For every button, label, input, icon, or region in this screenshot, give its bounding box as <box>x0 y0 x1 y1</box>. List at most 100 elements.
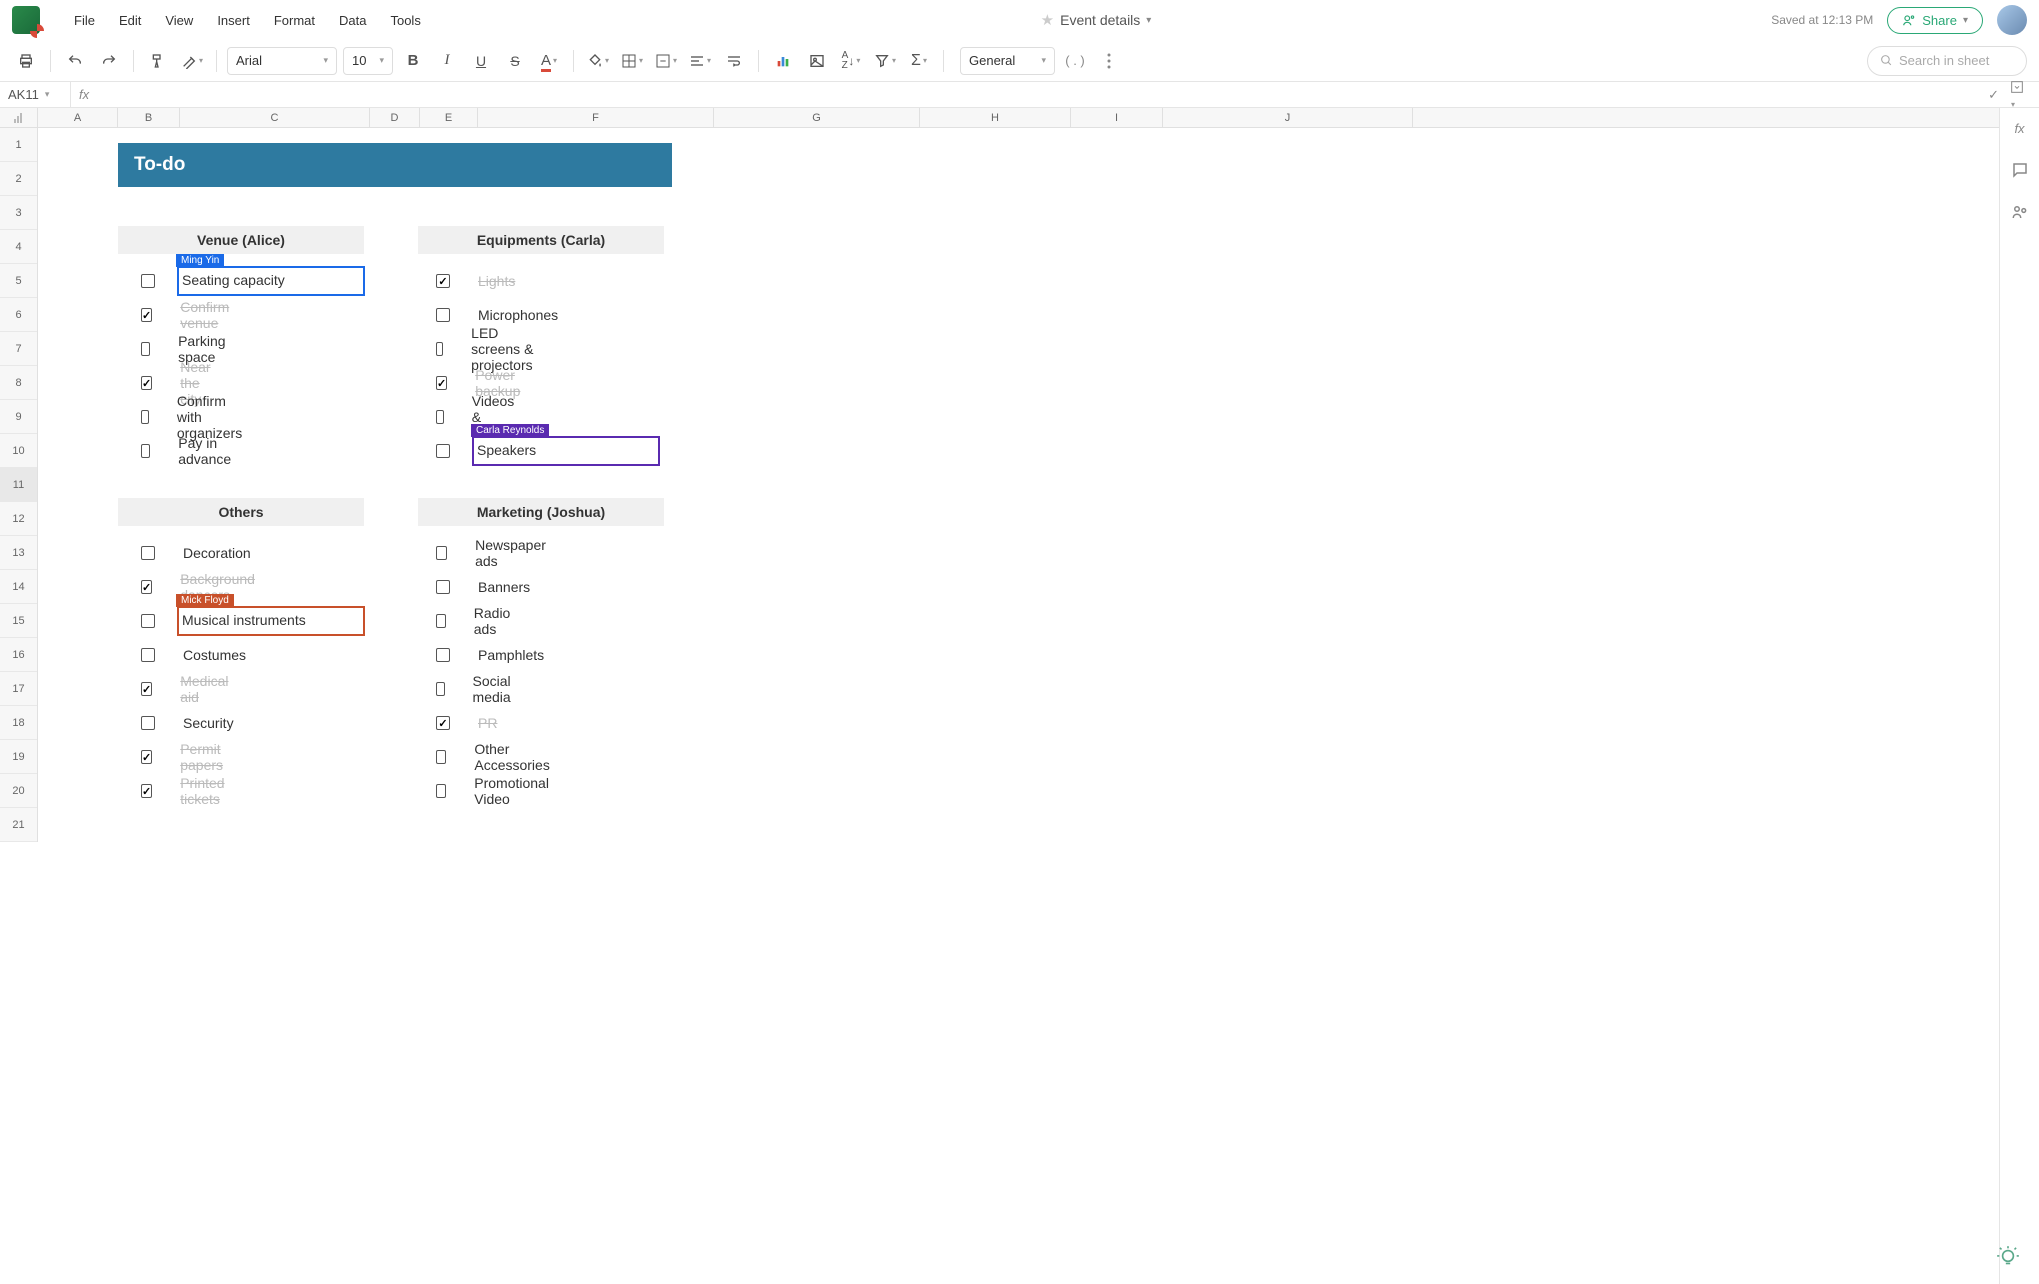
task-checkbox[interactable] <box>141 274 155 288</box>
task-checkbox[interactable] <box>141 308 152 322</box>
search-input[interactable]: Search in sheet <box>1867 46 2027 76</box>
row-header[interactable]: 3 <box>0 196 37 230</box>
task-checkbox[interactable] <box>141 682 152 696</box>
col-header[interactable]: E <box>420 108 478 127</box>
row-header[interactable]: 10 <box>0 434 37 468</box>
chevron-down-icon[interactable]: ▾ <box>1146 15 1151 26</box>
task-checkbox[interactable] <box>141 614 155 628</box>
col-header[interactable]: A <box>38 108 118 127</box>
strikethrough-button[interactable]: S <box>501 47 529 75</box>
task-checkbox[interactable] <box>141 580 152 594</box>
number-format-dropdown[interactable]: General▾ <box>960 47 1055 75</box>
row-header[interactable]: 11 <box>0 468 37 502</box>
task-text[interactable]: Security <box>183 715 234 731</box>
row-header[interactable]: 8 <box>0 366 37 400</box>
menu-view[interactable]: View <box>165 13 193 28</box>
font-size-dropdown[interactable]: 10▾ <box>343 47 393 75</box>
task-text[interactable]: PR <box>478 715 497 731</box>
row-header[interactable]: 21 <box>0 808 37 842</box>
task-checkbox[interactable] <box>436 648 450 662</box>
task-text[interactable]: Permit papers <box>180 741 226 773</box>
sort-icon[interactable]: AZ↓▾ <box>837 47 865 75</box>
row-header[interactable]: 4 <box>0 230 37 264</box>
col-header[interactable]: G <box>714 108 920 127</box>
cell-reference[interactable]: AK11▾ <box>0 87 70 102</box>
fx-label[interactable]: fx <box>70 82 97 107</box>
task-text[interactable]: Newspaper ads <box>475 537 549 569</box>
menu-insert[interactable]: Insert <box>217 13 250 28</box>
task-text[interactable]: Confirm venue <box>180 299 232 331</box>
more-icon[interactable] <box>1095 47 1123 75</box>
task-checkbox[interactable] <box>141 784 152 798</box>
format-painter-icon[interactable] <box>144 47 172 75</box>
undo-icon[interactable] <box>61 47 89 75</box>
row-header[interactable]: 18 <box>0 706 37 740</box>
task-text[interactable]: Seating capacity <box>182 272 285 288</box>
task-checkbox[interactable] <box>141 648 155 662</box>
task-text[interactable]: Banners <box>478 579 530 595</box>
task-checkbox[interactable] <box>436 410 444 424</box>
task-checkbox[interactable] <box>436 274 450 288</box>
col-header[interactable]: C <box>180 108 370 127</box>
task-text[interactable]: Printed tickets <box>180 775 227 807</box>
formula-icon[interactable]: Σ▾ <box>905 47 933 75</box>
menu-file[interactable]: File <box>74 13 95 28</box>
share-button[interactable]: Share ▾ <box>1887 7 1983 34</box>
task-text[interactable]: Musical instruments <box>182 612 306 628</box>
row-header[interactable]: 7 <box>0 332 37 366</box>
task-checkbox[interactable] <box>141 376 152 390</box>
row-header[interactable]: 16 <box>0 638 37 672</box>
task-checkbox[interactable] <box>436 784 446 798</box>
task-text[interactable]: Costumes <box>183 647 246 663</box>
task-checkbox[interactable] <box>436 342 443 356</box>
text-color-button[interactable]: A▾ <box>535 47 563 75</box>
task-checkbox[interactable] <box>436 750 446 764</box>
document-title[interactable]: Event details <box>1060 12 1140 28</box>
task-checkbox[interactable] <box>141 716 155 730</box>
select-all-corner[interactable] <box>0 108 38 127</box>
row-header[interactable]: 9 <box>0 400 37 434</box>
fill-color-button[interactable]: ▾ <box>584 47 612 75</box>
task-checkbox[interactable] <box>436 716 450 730</box>
task-checkbox[interactable] <box>141 410 149 424</box>
bold-button[interactable]: B <box>399 47 427 75</box>
task-checkbox[interactable] <box>436 580 450 594</box>
task-checkbox[interactable] <box>141 750 152 764</box>
check-icon[interactable]: ✓ <box>1988 87 1999 103</box>
col-header[interactable]: H <box>920 108 1071 127</box>
row-header[interactable]: 12 <box>0 502 37 536</box>
task-checkbox[interactable] <box>141 546 155 560</box>
row-header[interactable]: 13 <box>0 536 37 570</box>
menu-data[interactable]: Data <box>339 13 366 28</box>
merge-cells-button[interactable]: ▾ <box>652 47 680 75</box>
parentheses-icon[interactable]: ( . ) <box>1061 47 1089 75</box>
redo-icon[interactable] <box>95 47 123 75</box>
task-text[interactable]: Pay in advance <box>178 435 236 467</box>
task-checkbox[interactable] <box>436 682 445 696</box>
italic-button[interactable]: I <box>433 47 461 75</box>
col-header[interactable]: D <box>370 108 420 127</box>
task-text[interactable]: Speakers <box>477 442 536 458</box>
chart-icon[interactable] <box>769 47 797 75</box>
row-header[interactable]: 1 <box>0 128 37 162</box>
font-family-dropdown[interactable]: Arial▾ <box>227 47 337 75</box>
menu-format[interactable]: Format <box>274 13 315 28</box>
collaborate-icon[interactable] <box>2010 202 2030 222</box>
dropdown-icon[interactable]: ▾ <box>2009 79 2025 110</box>
task-text[interactable]: Radio ads <box>474 605 515 637</box>
task-checkbox[interactable] <box>436 444 450 458</box>
row-header[interactable]: 15 <box>0 604 37 638</box>
row-header[interactable]: 2 <box>0 162 37 196</box>
task-text[interactable]: Medical aid <box>180 673 231 705</box>
row-header[interactable]: 14 <box>0 570 37 604</box>
task-text[interactable]: Promotional Video <box>474 775 552 807</box>
task-text[interactable]: Other Accessories <box>474 741 553 773</box>
row-header[interactable]: 20 <box>0 774 37 808</box>
row-header[interactable]: 5 <box>0 264 37 298</box>
user-avatar[interactable] <box>1997 5 2027 35</box>
task-text[interactable]: Decoration <box>183 545 251 561</box>
clear-format-icon[interactable]: ▾ <box>178 47 206 75</box>
fx-panel-icon[interactable]: fx <box>2010 118 2030 138</box>
menu-edit[interactable]: Edit <box>119 13 141 28</box>
row-header[interactable]: 19 <box>0 740 37 774</box>
